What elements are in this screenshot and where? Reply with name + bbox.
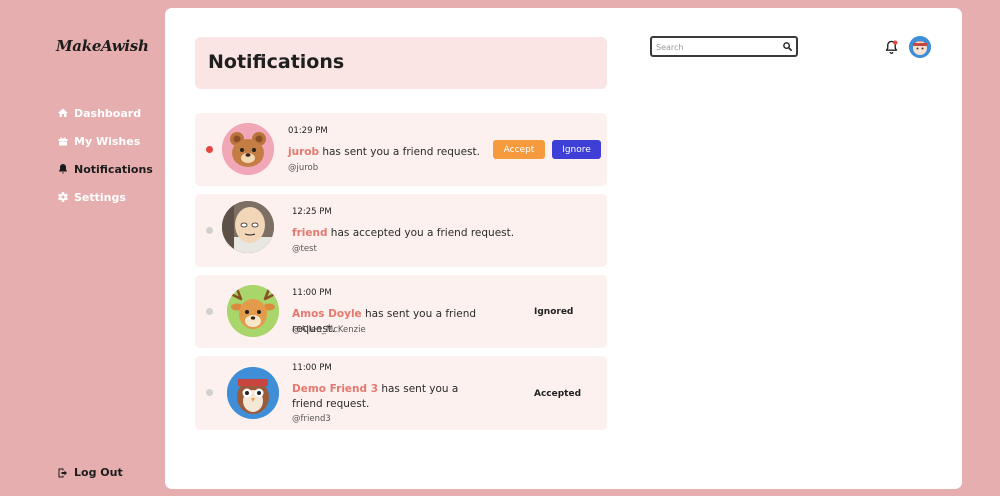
page-header: Notifications xyxy=(195,37,607,89)
bear-avatar-icon xyxy=(222,123,274,175)
sender-name-link[interactable]: jurob xyxy=(288,146,319,158)
page-title: Notifications xyxy=(208,51,345,73)
notification-item: 01:29 PM jurob has sent you a friend req… xyxy=(195,113,607,186)
notification-item: 12:25 PM friend has accepted you a frien… xyxy=(195,194,607,267)
sidebar-item-settings[interactable]: Settings xyxy=(57,183,153,211)
bald-man-avatar-icon xyxy=(222,201,274,253)
sender-name-link[interactable]: Amos Doyle xyxy=(292,308,362,320)
sidebar-item-notifications[interactable]: Notifications xyxy=(57,155,153,183)
notification-time: 01:29 PM xyxy=(288,126,328,136)
app-logo[interactable]: MakeAwish xyxy=(56,37,149,55)
read-indicator xyxy=(206,227,213,234)
notification-time: 11:00 PM xyxy=(292,288,332,298)
read-indicator xyxy=(206,389,213,396)
friend-avatar[interactable] xyxy=(222,123,274,175)
search-icon[interactable] xyxy=(782,41,793,52)
status-label-accepted: Accepted xyxy=(534,389,582,399)
notification-message: jurob has sent you a friend request. xyxy=(288,145,483,160)
ignore-button[interactable]: Ignore xyxy=(552,140,601,159)
notification-message: friend has accepted you a friend request… xyxy=(292,226,532,241)
notification-bell-icon[interactable] xyxy=(884,39,899,55)
owl-avatar-icon xyxy=(227,367,279,419)
sender-handle: @friend3 xyxy=(292,414,331,424)
bell-icon xyxy=(59,164,67,174)
user-avatar[interactable] xyxy=(909,36,931,58)
search-box[interactable] xyxy=(650,36,798,57)
friend-avatar[interactable] xyxy=(227,367,279,419)
sender-handle: @Allen_McKenzie xyxy=(292,325,366,335)
notification-time: 11:00 PM xyxy=(292,363,332,373)
home-icon xyxy=(58,108,68,117)
read-indicator xyxy=(206,308,213,315)
sender-name-link[interactable]: Demo Friend 3 xyxy=(292,383,378,395)
status-label-ignored: Ignored xyxy=(534,307,574,317)
message-text: has accepted you a friend request. xyxy=(327,227,515,239)
deer-avatar-icon xyxy=(227,285,279,337)
unread-indicator xyxy=(206,146,213,153)
main-panel: Notifications Search 01:29 PM jurob has … xyxy=(165,8,962,489)
sidebar-item-label: Notifications xyxy=(74,162,153,176)
gear-icon xyxy=(58,192,68,202)
gift-icon xyxy=(58,137,68,146)
logout-icon xyxy=(58,468,67,477)
logout-label: Log Out xyxy=(74,466,123,479)
sender-name-link[interactable]: friend xyxy=(292,227,327,239)
sidebar-item-label: Dashboard xyxy=(74,106,142,120)
logout-button[interactable]: Log Out xyxy=(57,466,123,479)
notification-item: 11:00 PM Amos Doyle has sent you a frien… xyxy=(195,275,607,348)
message-text: has sent you a friend request. xyxy=(318,146,480,158)
sidebar-item-label: Settings xyxy=(74,190,126,204)
search-input[interactable] xyxy=(656,40,776,54)
notification-time: 12:25 PM xyxy=(292,207,332,217)
sidebar-item-label: My Wishes xyxy=(74,134,141,148)
accept-button[interactable]: Accept xyxy=(493,140,545,159)
profile-picture-icon xyxy=(909,36,931,58)
friend-avatar[interactable] xyxy=(227,285,279,337)
notification-message: Demo Friend 3 has sent you a friend requ… xyxy=(292,382,492,412)
sidebar-nav: Dashboard My Wishes Notifications Settin… xyxy=(57,99,153,211)
friend-avatar[interactable] xyxy=(222,201,274,253)
notification-item: 11:00 PM Demo Friend 3 has sent you a fr… xyxy=(195,356,607,430)
sidebar-item-my-wishes[interactable]: My Wishes xyxy=(57,127,153,155)
sender-handle: @test xyxy=(292,244,317,254)
sender-handle: @jurob xyxy=(288,163,319,173)
sidebar-item-dashboard[interactable]: Dashboard xyxy=(57,99,153,127)
